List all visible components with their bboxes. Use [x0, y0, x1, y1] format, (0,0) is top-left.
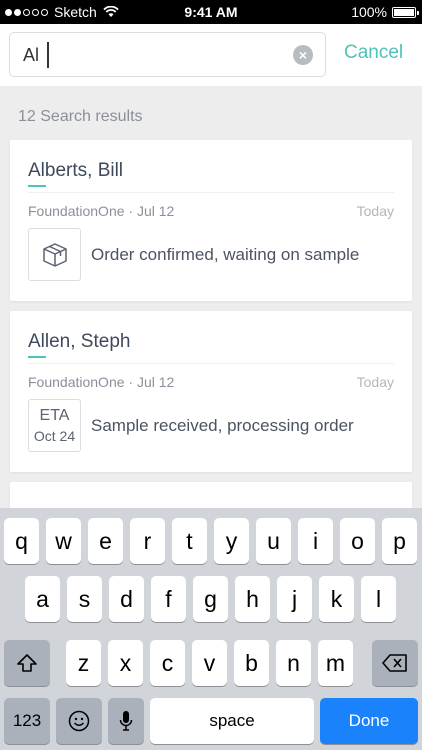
- cancel-button[interactable]: Cancel: [344, 42, 403, 64]
- key-y[interactable]: y: [214, 518, 249, 564]
- key-b[interactable]: b: [234, 640, 269, 686]
- eta-date: Oct 24: [33, 427, 76, 444]
- order-status: Order confirmed, waiting on sample: [91, 245, 360, 264]
- clear-icon[interactable]: ×: [293, 45, 313, 65]
- key-k[interactable]: k: [319, 576, 354, 622]
- emoji-key[interactable]: [56, 698, 102, 744]
- result-card[interactable]: Allen, Steph FoundationOne · Jul 12 Toda…: [10, 311, 412, 472]
- search-query[interactable]: Al: [23, 45, 39, 66]
- result-source: FoundationOne · Jul 12: [28, 374, 175, 390]
- key-e[interactable]: e: [88, 518, 123, 564]
- key-j[interactable]: j: [277, 576, 312, 622]
- name-underline: [28, 185, 46, 187]
- emoji-icon: [68, 710, 90, 732]
- search-input[interactable]: Al ×: [9, 32, 326, 77]
- patient-name: Alberts, Bill: [28, 160, 124, 181]
- done-button[interactable]: Done: [320, 698, 418, 744]
- battery-percent: 100%: [351, 4, 387, 20]
- box-icon: [28, 228, 81, 281]
- space-key[interactable]: space: [150, 698, 314, 744]
- key-h[interactable]: h: [235, 576, 270, 622]
- key-w[interactable]: w: [46, 518, 81, 564]
- shift-key[interactable]: [4, 640, 50, 686]
- battery-icon: [392, 6, 419, 18]
- key-r[interactable]: r: [130, 518, 165, 564]
- numbers-key[interactable]: 123: [4, 698, 50, 744]
- status-bar: Sketch 9:41 AM 100%: [0, 0, 422, 24]
- result-date: Today: [356, 203, 394, 219]
- microphone-icon: [119, 711, 133, 731]
- key-g[interactable]: g: [193, 576, 228, 622]
- key-l[interactable]: l: [361, 576, 396, 622]
- shift-icon: [17, 654, 37, 672]
- key-p[interactable]: p: [382, 518, 417, 564]
- text-cursor: [47, 42, 49, 68]
- key-o[interactable]: o: [340, 518, 375, 564]
- backspace-icon: [382, 654, 407, 672]
- search-header: Al × Cancel: [0, 24, 422, 86]
- key-a[interactable]: a: [25, 576, 60, 622]
- result-source: FoundationOne · Jul 12: [28, 203, 175, 219]
- key-v[interactable]: v: [192, 640, 227, 686]
- key-t[interactable]: t: [172, 518, 207, 564]
- key-n[interactable]: n: [276, 640, 311, 686]
- order-status: Sample received, processing order: [91, 416, 354, 435]
- eta-label: ETA: [39, 406, 70, 424]
- key-d[interactable]: d: [109, 576, 144, 622]
- key-c[interactable]: c: [150, 640, 185, 686]
- result-card[interactable]: Alberts, Bill FoundationOne · Jul 12 Tod…: [10, 140, 412, 301]
- status-right: 100%: [351, 4, 419, 20]
- patient-name: Allen, Steph: [28, 331, 131, 352]
- backspace-key[interactable]: [372, 640, 418, 686]
- keyboard: 123 space Done qwertyuiop asdfghjkl zxcvbn…: [0, 508, 422, 750]
- results-count: 12 Search results: [18, 108, 143, 125]
- name-underline: [28, 356, 46, 358]
- key-s[interactable]: s: [67, 576, 102, 622]
- divider: [28, 363, 394, 364]
- key-f[interactable]: f: [151, 576, 186, 622]
- key-m[interactable]: m: [318, 640, 353, 686]
- key-i[interactable]: i: [298, 518, 333, 564]
- eta-badge: ETA Oct 24: [28, 399, 81, 452]
- key-z[interactable]: z: [66, 640, 101, 686]
- result-date: Today: [356, 374, 394, 390]
- divider: [28, 192, 394, 193]
- key-u[interactable]: u: [256, 518, 291, 564]
- key-q[interactable]: q: [4, 518, 39, 564]
- key-x[interactable]: x: [108, 640, 143, 686]
- dictation-key[interactable]: [108, 698, 144, 744]
